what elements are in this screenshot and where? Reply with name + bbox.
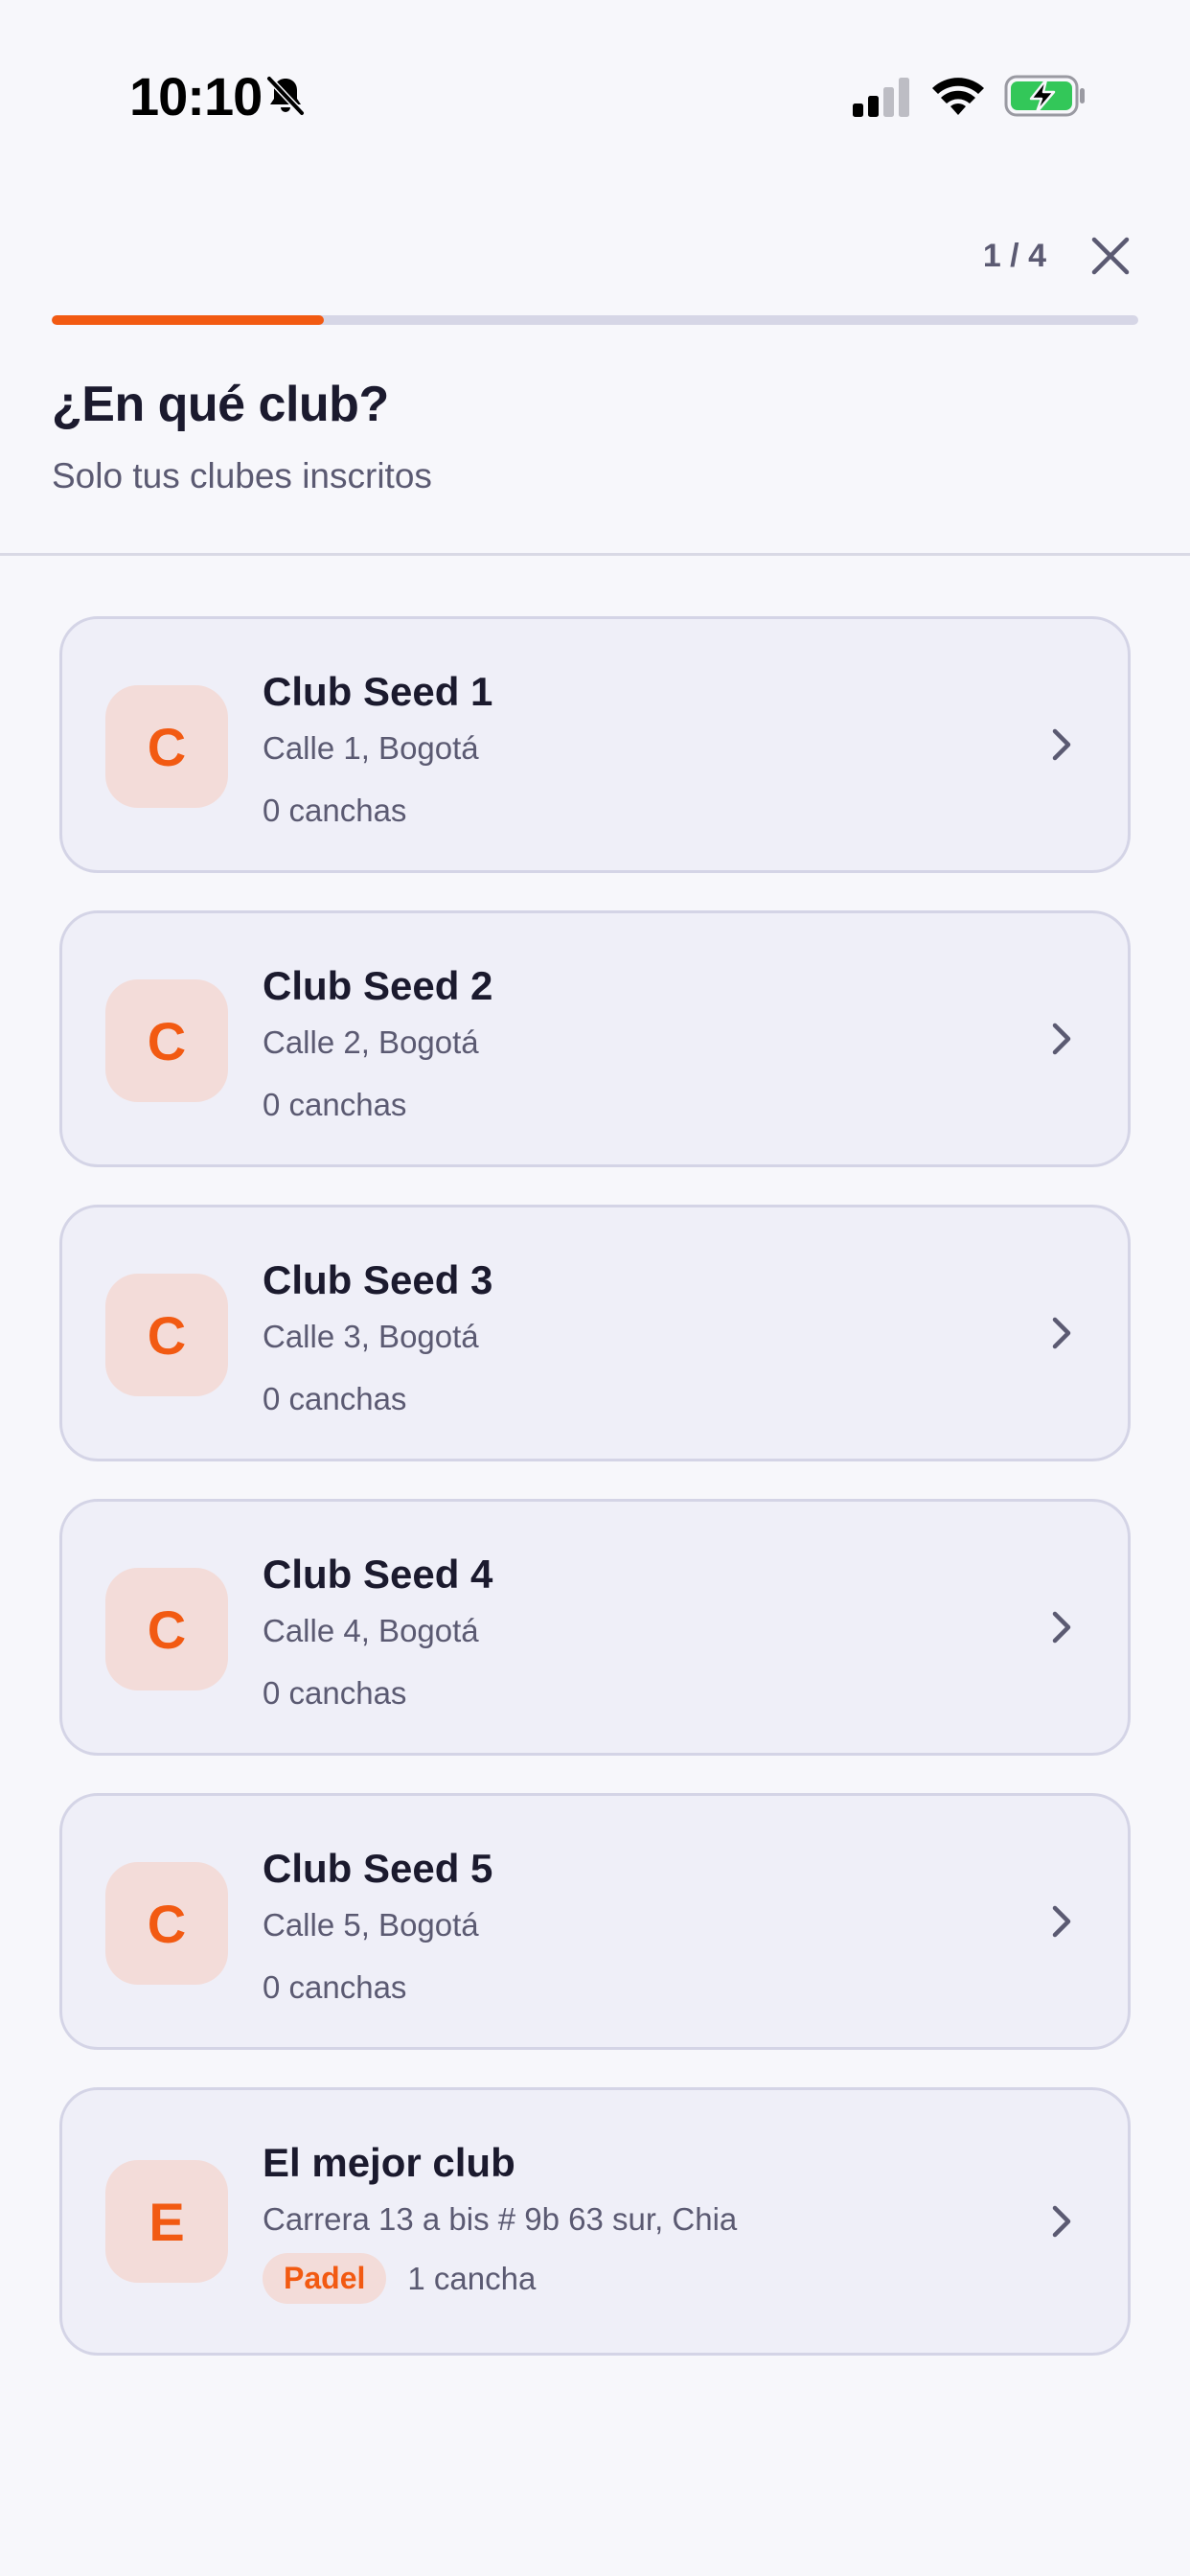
- signal-icon: [853, 78, 909, 117]
- club-name: Club Seed 1: [263, 669, 493, 714]
- step-counter: 1 / 4: [982, 238, 1046, 274]
- status-bar: 10:10: [0, 0, 1190, 192]
- club-courts: 0 canchas: [263, 1675, 407, 1711]
- club-avatar: C: [105, 1862, 228, 1985]
- header-divider: [0, 553, 1190, 556]
- chevron-right-icon: [1052, 1023, 1071, 1055]
- close-icon: [1091, 237, 1130, 275]
- club-address: Calle 4, Bogotá: [263, 1613, 479, 1648]
- progress-bar-fill: [52, 315, 324, 325]
- club-courts: 1 cancha: [407, 2260, 537, 2296]
- close-button[interactable]: [1085, 230, 1136, 282]
- club-address: Calle 1, Bogotá: [263, 730, 479, 766]
- club-courts: 0 canchas: [263, 1969, 407, 2005]
- club-card[interactable]: C Club Seed 1 Calle 1, Bogotá 0 canchas: [59, 616, 1131, 873]
- club-address: Calle 5, Bogotá: [263, 1907, 479, 1943]
- club-avatar: E: [105, 2160, 228, 2283]
- club-address: Calle 3, Bogotá: [263, 1319, 479, 1354]
- battery-charging-icon: [1004, 75, 1085, 117]
- chevron-right-icon: [1052, 2205, 1071, 2238]
- club-name: Club Seed 3: [263, 1257, 493, 1302]
- club-avatar: C: [105, 685, 228, 808]
- club-courts: 0 canchas: [263, 793, 407, 828]
- chevron-right-icon: [1052, 728, 1071, 761]
- wifi-icon: [932, 78, 984, 115]
- club-name: Club Seed 5: [263, 1846, 493, 1891]
- club-name: Club Seed 2: [263, 963, 493, 1008]
- chevron-right-icon: [1052, 1905, 1071, 1938]
- club-name: Club Seed 4: [263, 1552, 493, 1597]
- club-avatar: C: [105, 1274, 228, 1396]
- club-name: El mejor club: [263, 2140, 515, 2185]
- page-subtitle: Solo tus clubes inscritos: [52, 456, 432, 495]
- bell-muted-icon: [265, 75, 306, 117]
- club-avatar: C: [105, 1568, 228, 1690]
- club-card[interactable]: C Club Seed 2 Calle 2, Bogotá 0 canchas: [59, 910, 1131, 1167]
- club-avatar: C: [105, 979, 228, 1102]
- club-card[interactable]: C Club Seed 3 Calle 3, Bogotá 0 canchas: [59, 1205, 1131, 1461]
- club-meta: Padel 1 cancha: [263, 2253, 536, 2304]
- club-card[interactable]: C Club Seed 4 Calle 4, Bogotá 0 canchas: [59, 1499, 1131, 1756]
- chevron-right-icon: [1052, 1611, 1071, 1644]
- club-address: Carrera 13 a bis # 9b 63 sur, Chia: [263, 2201, 738, 2237]
- progress-bar: [52, 315, 1138, 325]
- club-list: C Club Seed 1 Calle 1, Bogotá 0 canchas …: [59, 616, 1131, 2393]
- club-address: Calle 2, Bogotá: [263, 1024, 479, 1060]
- status-time: 10:10: [129, 66, 263, 126]
- club-courts: 0 canchas: [263, 1381, 407, 1416]
- club-courts: 0 canchas: [263, 1087, 407, 1122]
- chevron-right-icon: [1052, 1317, 1071, 1349]
- club-card[interactable]: E El mejor club Carrera 13 a bis # 9b 63…: [59, 2087, 1131, 2356]
- page-title: ¿En qué club?: [52, 377, 389, 432]
- sport-badge: Padel: [263, 2253, 387, 2304]
- club-card[interactable]: C Club Seed 5 Calle 5, Bogotá 0 canchas: [59, 1793, 1131, 2050]
